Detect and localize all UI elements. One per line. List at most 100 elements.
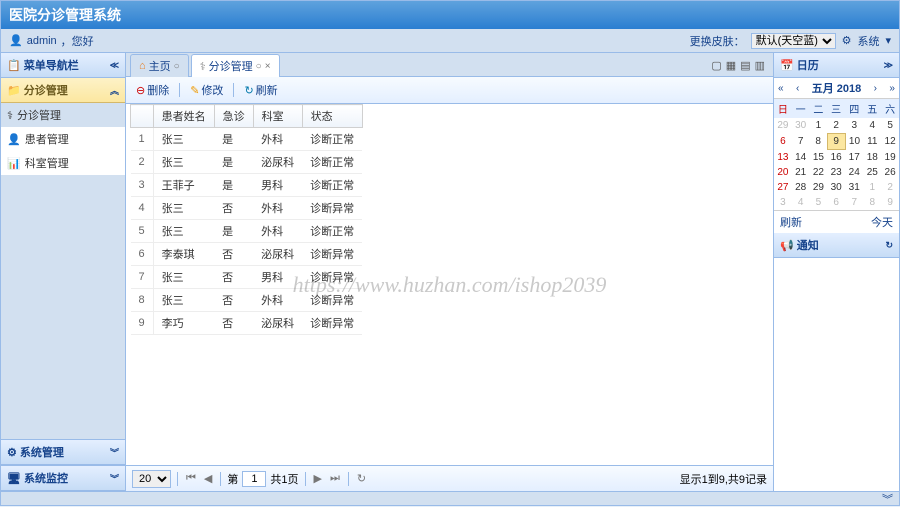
nav-item-triage[interactable]: ⚕ 分诊管理 [1, 103, 125, 127]
calendar-day[interactable]: 20 [774, 165, 792, 180]
calendar-day[interactable]: 2 [881, 180, 899, 195]
table-row[interactable]: 1张三是外科诊断正常 [131, 128, 363, 151]
table-row[interactable]: 5张三是外科诊断正常 [131, 220, 363, 243]
calendar-day[interactable]: 10 [845, 134, 863, 150]
next-month-button[interactable]: › [874, 83, 877, 94]
calendar-day[interactable]: 29 [810, 180, 828, 195]
calendar-day[interactable]: 12 [881, 134, 899, 150]
calendar-day[interactable]: 11 [863, 134, 881, 150]
nav-section-sysmgmt[interactable]: ⚙ 系统管理 ︾ [1, 439, 125, 465]
calendar-day[interactable]: 1 [810, 118, 828, 134]
next-page-button[interactable]: ▶ [312, 472, 324, 485]
tab-home[interactable]: ⌂ 主页 ○ [130, 54, 189, 77]
calendar-day[interactable]: 1 [863, 180, 881, 195]
first-page-button[interactable]: ⏮ [184, 472, 198, 485]
delete-button[interactable]: ⊖删除 [132, 80, 173, 100]
calendar-day[interactable]: 27 [774, 180, 792, 195]
nav-item-dept[interactable]: 📊 科室管理 [1, 151, 125, 175]
pin-icon[interactable]: ○ [174, 61, 180, 72]
calendar-day[interactable]: 18 [863, 150, 881, 166]
notice-header[interactable]: 📢 通知 ↻ [774, 233, 899, 258]
view-icon-2[interactable]: ▦ [726, 59, 736, 72]
calendar-day[interactable]: 30 [827, 180, 845, 195]
tab-triage[interactable]: ⚕ 分诊管理 ○ × [191, 54, 280, 77]
column-header[interactable]: 科室 [253, 105, 302, 128]
calendar-day[interactable]: 7 [845, 195, 863, 210]
paging-info: 显示1到9,共9记录 [680, 471, 767, 487]
system-menu[interactable]: 系统 [857, 33, 879, 49]
month-label[interactable]: 五月 2018 [812, 80, 862, 96]
calendar-day[interactable]: 8 [863, 195, 881, 210]
calendar-day[interactable]: 24 [845, 165, 863, 180]
table-row[interactable]: 8张三否外科诊断异常 [131, 289, 363, 312]
calendar-day[interactable]: 31 [845, 180, 863, 195]
chevron-down-icon: ︾ [110, 472, 119, 485]
calendar-day[interactable]: 4 [792, 195, 810, 210]
calendar-day[interactable]: 5 [881, 118, 899, 134]
calendar-day[interactable]: 6 [827, 195, 845, 210]
skin-select[interactable]: 默认(天空蓝) [751, 33, 836, 49]
prev-year-button[interactable]: « [778, 83, 784, 94]
table-row[interactable]: 3王菲子是男科诊断正常 [131, 174, 363, 197]
calendar-day[interactable]: 9 [827, 134, 845, 150]
prev-month-button[interactable]: ‹ [796, 83, 799, 94]
calendar-day[interactable]: 17 [845, 150, 863, 166]
prev-page-button[interactable]: ◀ [202, 472, 214, 485]
page-input[interactable] [242, 471, 266, 487]
view-icon-1[interactable]: ▢ [711, 59, 721, 72]
calendar-day[interactable]: 6 [774, 134, 792, 150]
calendar-day[interactable]: 26 [881, 165, 899, 180]
calendar-day[interactable]: 13 [774, 150, 792, 166]
calendar-day[interactable]: 16 [827, 150, 845, 166]
table-row[interactable]: 2张三是泌尿科诊断正常 [131, 151, 363, 174]
table-row[interactable]: 4张三否外科诊断异常 [131, 197, 363, 220]
close-icon[interactable]: × [265, 61, 271, 72]
column-header[interactable]: 状态 [302, 105, 362, 128]
column-header[interactable]: 患者姓名 [153, 105, 214, 128]
collapse-icon[interactable]: ≪ [110, 60, 119, 71]
calendar-day[interactable]: 25 [863, 165, 881, 180]
view-icon-3[interactable]: ▤ [740, 59, 750, 72]
last-page-button[interactable]: ⏭ [328, 472, 342, 485]
calendar-day[interactable]: 7 [792, 134, 810, 150]
column-header[interactable]: 急诊 [214, 105, 253, 128]
nav-item-patient[interactable]: 👤 患者管理 [1, 127, 125, 151]
reload-button[interactable]: ↻ [355, 472, 368, 485]
expand-icon[interactable]: ≫ [884, 60, 893, 71]
calendar: 日一二三四五六 29301234567891011121314151617181… [774, 99, 899, 210]
pin-icon[interactable]: ○ [256, 61, 262, 72]
data-grid[interactable]: 患者姓名急诊科室状态 1张三是外科诊断正常2张三是泌尿科诊断正常3王菲子是男科诊… [130, 104, 363, 335]
collapse-icon[interactable]: ︾ [882, 491, 893, 507]
cal-refresh-button[interactable]: 刷新 [780, 214, 802, 230]
view-icon-4[interactable]: ▥ [755, 59, 765, 72]
page-size-select[interactable]: 20 [132, 470, 171, 488]
calendar-day[interactable]: 29 [774, 118, 792, 134]
chevron-down-icon[interactable]: ▾ [885, 34, 891, 47]
edit-button[interactable]: ✎修改 [186, 80, 227, 100]
refresh-button[interactable]: ↻刷新 [240, 80, 281, 100]
nav-section-triage[interactable]: 📁 分诊管理 ︽ [1, 78, 125, 103]
table-row[interactable]: 6李泰琪否泌尿科诊断异常 [131, 243, 363, 266]
nav-section-sysmon[interactable]: 🖥 系统监控 ︾ [1, 465, 125, 491]
reload-icon[interactable]: ↻ [885, 240, 893, 251]
calendar-day[interactable]: 28 [792, 180, 810, 195]
calendar-day[interactable]: 30 [792, 118, 810, 134]
calendar-day[interactable]: 4 [863, 118, 881, 134]
page-total: 共1页 [270, 471, 298, 487]
calendar-day[interactable]: 8 [810, 134, 828, 150]
calendar-day[interactable]: 19 [881, 150, 899, 166]
calendar-day[interactable]: 2 [827, 118, 845, 134]
cal-today-button[interactable]: 今天 [871, 214, 893, 230]
calendar-day[interactable]: 3 [845, 118, 863, 134]
calendar-day[interactable]: 23 [827, 165, 845, 180]
table-row[interactable]: 7张三否男科诊断异常 [131, 266, 363, 289]
next-year-button[interactable]: » [889, 83, 895, 94]
calendar-day[interactable]: 5 [810, 195, 828, 210]
calendar-day[interactable]: 21 [792, 165, 810, 180]
calendar-day[interactable]: 14 [792, 150, 810, 166]
calendar-day[interactable]: 15 [810, 150, 828, 166]
table-row[interactable]: 9李巧否泌尿科诊断异常 [131, 312, 363, 335]
calendar-day[interactable]: 9 [881, 195, 899, 210]
calendar-day[interactable]: 22 [810, 165, 828, 180]
calendar-day[interactable]: 3 [774, 195, 792, 210]
